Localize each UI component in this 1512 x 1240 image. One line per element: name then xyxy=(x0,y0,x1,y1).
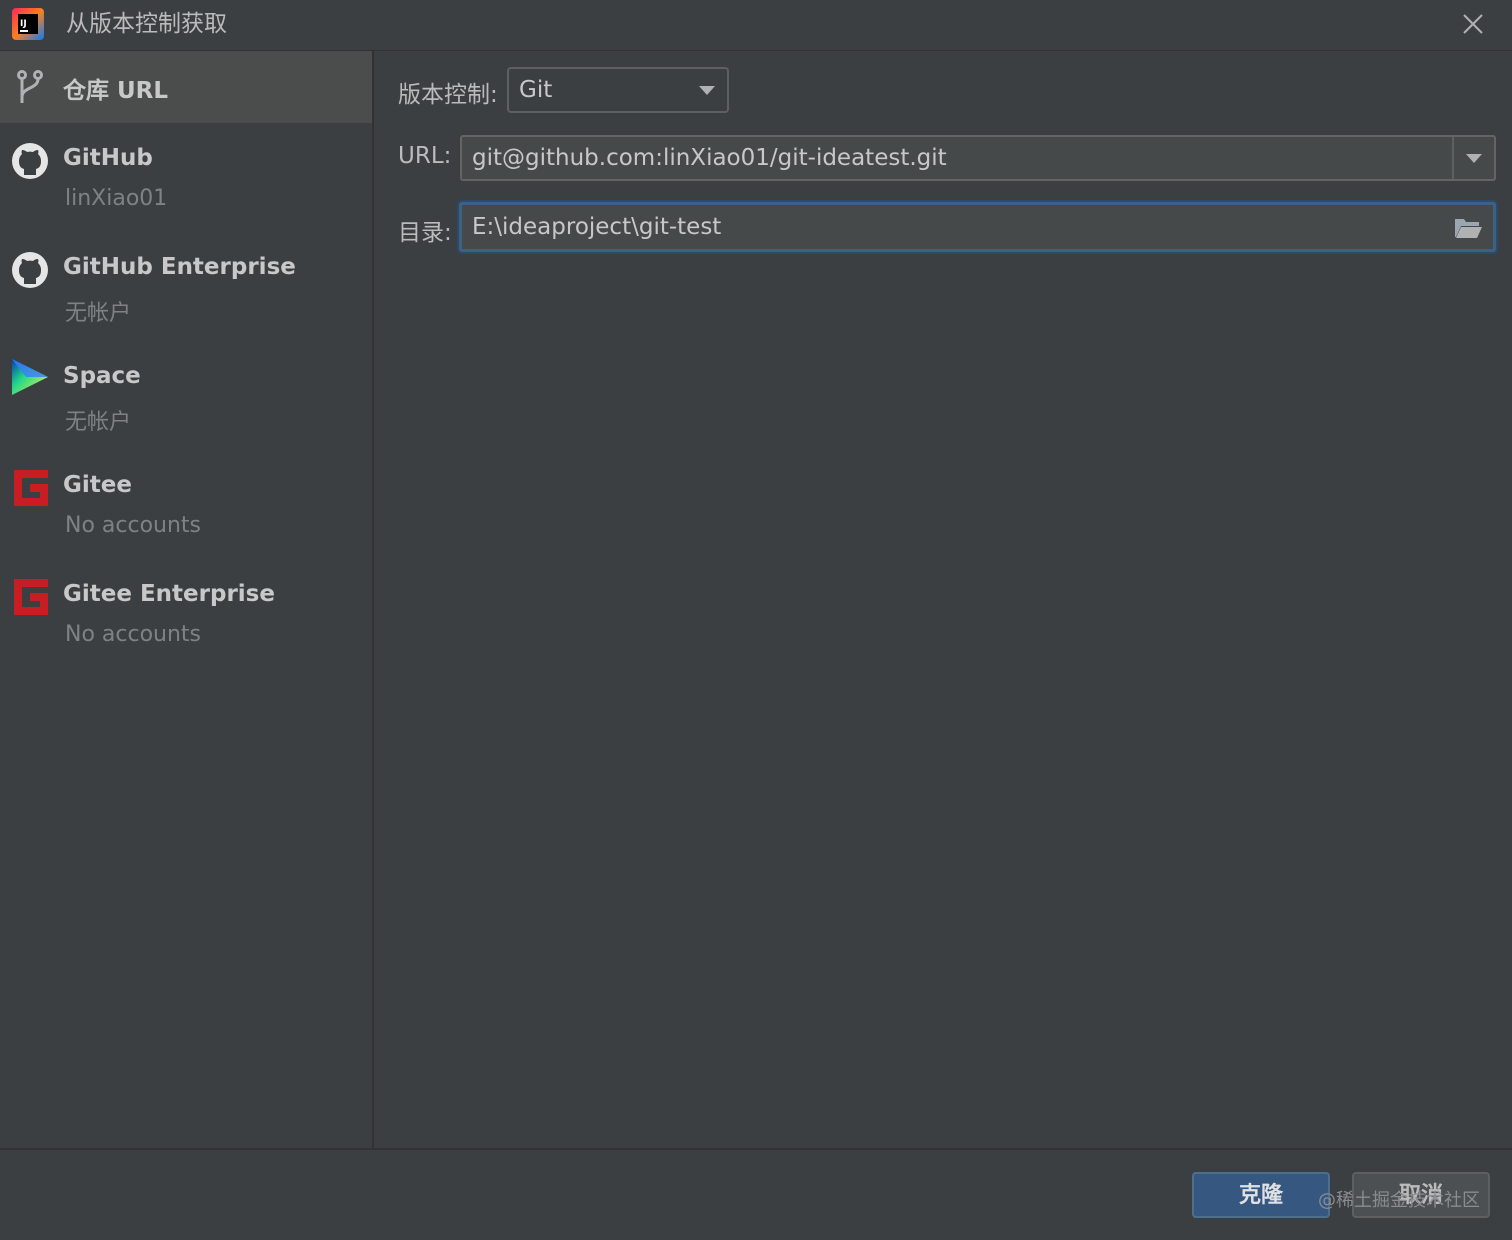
sidebar-item-github-enterprise[interactable]: GitHub Enterprise 无帐户 xyxy=(0,240,372,340)
sidebar-item-gitee-enterprise[interactable]: Gitee Enterprise No accounts xyxy=(0,567,372,667)
sidebar-item-label: GitHub xyxy=(63,145,153,171)
sidebar-item-account: 无帐户 xyxy=(65,410,132,435)
intellij-idea-icon: IJ xyxy=(12,8,44,40)
url-field[interactable] xyxy=(460,135,1496,181)
sidebar-item-account: No accounts xyxy=(65,513,202,538)
dialog-title: 从版本控制获取 xyxy=(66,11,227,37)
github-icon xyxy=(12,143,48,179)
url-label: URL: xyxy=(398,143,452,169)
title-bar: IJ 从版本控制获取 xyxy=(0,0,1512,51)
space-icon xyxy=(12,359,48,395)
vcs-select[interactable]: Git xyxy=(507,67,729,113)
close-icon[interactable] xyxy=(1458,9,1488,39)
vcs-selected-value: Git xyxy=(519,77,553,103)
vcs-label: 版本控制: xyxy=(398,82,498,108)
folder-open-icon[interactable] xyxy=(1453,215,1483,241)
source-sidebar: 仓库 URL GitHub linXiao01 GitHub Enterpris… xyxy=(0,51,374,1148)
sidebar-item-account: 无帐户 xyxy=(65,301,132,326)
directory-field[interactable] xyxy=(459,202,1496,252)
gitee-icon xyxy=(14,470,48,506)
clone-dialog: IJ 从版本控制获取 仓库 URL GitHub linXiao01 GitHu… xyxy=(0,0,1512,1240)
sidebar-item-gitee[interactable]: Gitee No accounts xyxy=(0,458,372,558)
sidebar-item-account: linXiao01 xyxy=(65,186,168,211)
sidebar-item-label: GitHub Enterprise xyxy=(63,254,296,280)
url-history-dropdown[interactable] xyxy=(1452,137,1494,179)
directory-input[interactable] xyxy=(472,205,1433,249)
clone-form: 版本控制: Git URL: 目录: xyxy=(374,51,1512,1148)
sidebar-item-label: Gitee xyxy=(63,472,132,498)
sidebar-item-github[interactable]: GitHub linXiao01 xyxy=(0,131,372,231)
gitee-icon xyxy=(14,579,48,615)
chevron-down-icon xyxy=(1466,154,1482,163)
svg-text:IJ: IJ xyxy=(20,19,27,29)
sidebar-item-label: 仓库 URL xyxy=(63,78,169,104)
clone-button[interactable]: 克隆 xyxy=(1192,1172,1330,1218)
cancel-button[interactable]: 取消 xyxy=(1352,1172,1490,1218)
dialog-footer: 克隆 取消 @稀土掘金技术社区 xyxy=(0,1148,1512,1240)
url-input[interactable] xyxy=(472,137,1434,179)
sidebar-item-label: Gitee Enterprise xyxy=(63,581,275,607)
git-branch-icon xyxy=(17,70,43,103)
sidebar-item-space[interactable]: Space 无帐户 xyxy=(0,349,372,449)
directory-label: 目录: xyxy=(398,220,452,246)
github-icon xyxy=(12,252,48,288)
sidebar-item-account: No accounts xyxy=(65,622,202,647)
sidebar-item-repository-url[interactable]: 仓库 URL xyxy=(0,51,372,123)
chevron-down-icon xyxy=(699,86,715,95)
sidebar-item-label: Space xyxy=(63,363,141,389)
